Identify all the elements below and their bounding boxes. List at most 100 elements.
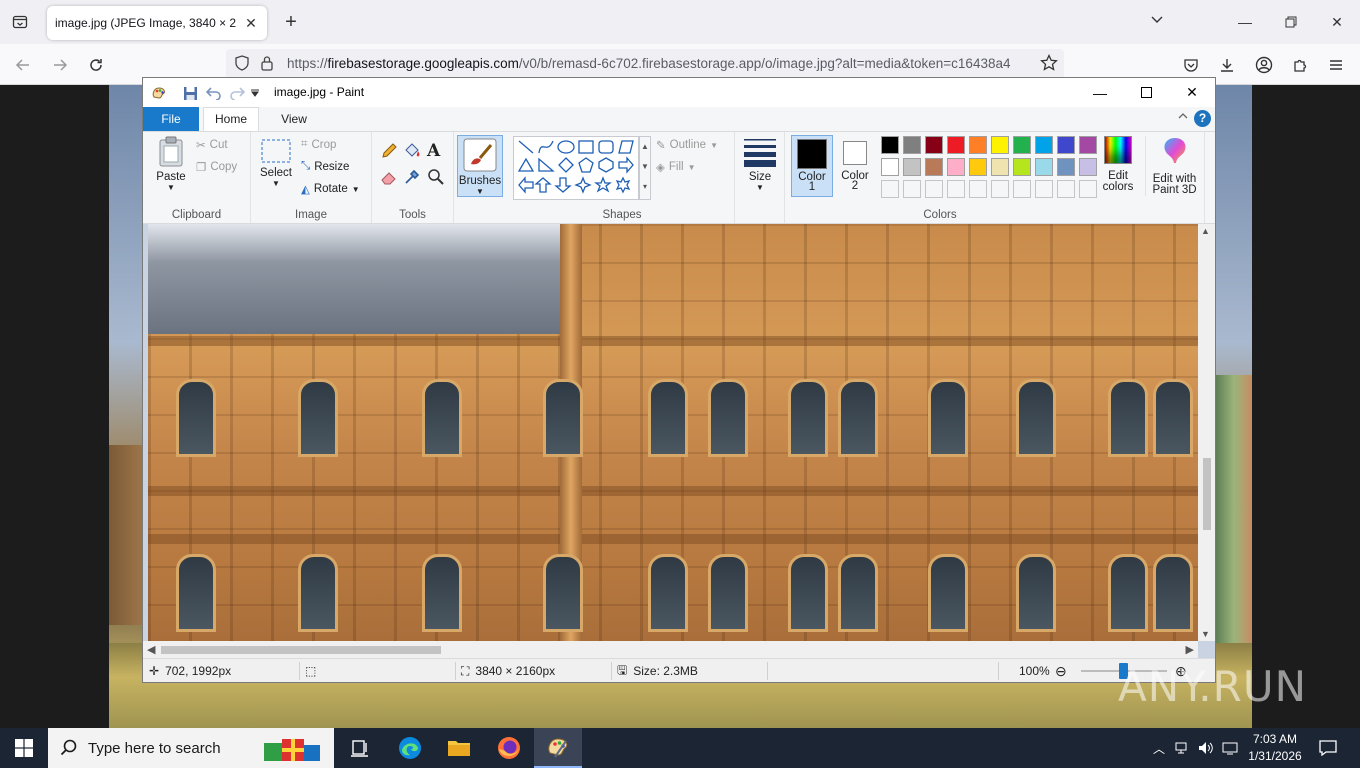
palette-empty-swatch[interactable]	[1013, 180, 1031, 198]
select-button[interactable]: Select ▼	[257, 138, 295, 188]
vertical-scroll-thumb[interactable]	[1203, 458, 1211, 530]
tab-home[interactable]: Home	[203, 107, 259, 131]
tab-file[interactable]: File	[143, 107, 199, 131]
redo-icon[interactable]	[229, 84, 245, 102]
palette-empty-swatch[interactable]	[947, 180, 965, 198]
scroll-down-icon[interactable]: ▼	[1201, 629, 1210, 639]
paint-taskbar-icon[interactable]	[534, 728, 582, 768]
help-icon[interactable]: ?	[1194, 110, 1211, 127]
eraser-icon[interactable]	[380, 168, 398, 189]
paint-maximize-icon[interactable]	[1123, 78, 1169, 107]
network-icon[interactable]	[1168, 741, 1194, 755]
shapes-scroll-icon[interactable]: ▲ ▼ ▾	[639, 136, 651, 200]
palette-color-swatch[interactable]	[881, 136, 899, 154]
palette-empty-swatch[interactable]	[969, 180, 987, 198]
edit-colors-button[interactable]: Edit colors	[1095, 136, 1141, 193]
zoom-out-icon[interactable]: ⊖	[1055, 659, 1067, 683]
extensions-icon[interactable]	[1287, 52, 1313, 78]
menu-icon[interactable]	[1323, 52, 1349, 78]
file-explorer-icon[interactable]	[435, 728, 483, 768]
url-bar[interactable]: https://firebasestorage.googleapis.com/v…	[226, 49, 1064, 79]
horizontal-scrollbar[interactable]: ◀ ▶	[143, 641, 1198, 658]
palette-color-swatch[interactable]	[947, 158, 965, 176]
color1-button[interactable]: Color 1	[791, 135, 833, 197]
paint-minimize-icon[interactable]: —	[1077, 78, 1123, 107]
palette-empty-swatch[interactable]	[991, 180, 1009, 198]
bookmark-star-icon[interactable]	[1040, 53, 1058, 75]
outline-button[interactable]: ✎ Outline ▼	[656, 138, 718, 152]
magnifier-icon[interactable]	[427, 168, 445, 189]
fill-button[interactable]: ◈ Fill ▼	[656, 160, 695, 174]
task-view-icon[interactable]	[336, 728, 384, 768]
palette-color-swatch[interactable]	[969, 158, 987, 176]
palette-color-swatch[interactable]	[903, 158, 921, 176]
palette-empty-swatch[interactable]	[925, 180, 943, 198]
palette-color-swatch[interactable]	[903, 136, 921, 154]
paint-close-icon[interactable]: ✕	[1169, 78, 1215, 107]
restore-icon[interactable]	[1268, 0, 1314, 44]
new-tab-icon[interactable]: +	[280, 11, 302, 33]
firefox-icon[interactable]	[485, 728, 533, 768]
reload-icon[interactable]	[83, 52, 109, 78]
image-canvas[interactable]	[148, 224, 1198, 641]
palette-color-swatch[interactable]	[881, 158, 899, 176]
resize-button[interactable]: ⤡ Resize	[301, 160, 349, 173]
fill-bucket-icon[interactable]	[403, 142, 421, 163]
url-text[interactable]: https://firebasestorage.googleapis.com/v…	[287, 56, 1031, 71]
pocket-icon[interactable]	[1178, 52, 1204, 78]
palette-color-swatch[interactable]	[1013, 136, 1031, 154]
paste-button[interactable]: Paste ▼	[151, 136, 191, 192]
palette-color-swatch[interactable]	[925, 136, 943, 154]
select-dropdown-icon[interactable]: ▼	[257, 179, 295, 188]
pencil-icon[interactable]	[380, 142, 398, 163]
copy-button[interactable]: ❐ Copy	[196, 160, 237, 174]
paste-dropdown-icon[interactable]: ▼	[151, 183, 191, 192]
undo-icon[interactable]	[206, 84, 222, 102]
browser-tab-active[interactable]: image.jpg (JPEG Image, 3840 × 2160 ✕	[47, 6, 267, 40]
size-button[interactable]: Size ▼	[740, 136, 780, 192]
vertical-scrollbar[interactable]: ▲ ▼	[1198, 224, 1215, 641]
tab-list-icon[interactable]	[8, 10, 32, 34]
shapes-gallery[interactable]	[513, 136, 639, 200]
volume-icon[interactable]	[1194, 741, 1218, 755]
scroll-right-icon[interactable]: ▶	[1186, 643, 1194, 656]
forward-icon[interactable]	[47, 52, 73, 78]
show-hidden-icons-icon[interactable]: ︿	[1150, 740, 1168, 757]
rotate-button[interactable]: ◭ Rotate ▼	[301, 182, 360, 196]
back-icon[interactable]	[10, 52, 36, 78]
save-icon[interactable]	[183, 84, 198, 102]
palette-color-swatch[interactable]	[991, 158, 1009, 176]
tracking-protection-icon[interactable]	[234, 55, 250, 74]
palette-empty-swatch[interactable]	[881, 180, 899, 198]
tab-view[interactable]: View	[271, 107, 317, 131]
edge-icon[interactable]	[386, 728, 434, 768]
palette-empty-swatch[interactable]	[1035, 180, 1053, 198]
action-center-small-icon[interactable]	[1218, 741, 1242, 755]
notifications-icon[interactable]	[1306, 728, 1350, 768]
palette-color-swatch[interactable]	[925, 158, 943, 176]
minimize-icon[interactable]: —	[1222, 0, 1268, 44]
palette-color-swatch[interactable]	[1035, 158, 1053, 176]
taskbar-search-box[interactable]: Type here to search	[48, 728, 334, 768]
palette-color-swatch[interactable]	[1057, 136, 1075, 154]
palette-color-swatch[interactable]	[1057, 158, 1075, 176]
start-button[interactable]	[0, 728, 48, 768]
tab-close-icon[interactable]: ✕	[243, 15, 259, 31]
palette-empty-swatch[interactable]	[903, 180, 921, 198]
palette-color-swatch[interactable]	[1013, 158, 1031, 176]
color-picker-icon[interactable]	[403, 168, 421, 189]
downloads-icon[interactable]	[1214, 52, 1240, 78]
palette-color-swatch[interactable]	[1035, 136, 1053, 154]
account-icon[interactable]	[1251, 52, 1277, 78]
cut-button[interactable]: ✂ Cut	[196, 138, 228, 152]
palette-empty-swatch[interactable]	[1057, 180, 1075, 198]
palette-color-swatch[interactable]	[991, 136, 1009, 154]
lock-icon[interactable]	[260, 55, 274, 74]
color2-button[interactable]: Color 2	[835, 135, 875, 197]
list-all-tabs-icon[interactable]	[1150, 12, 1172, 32]
palette-color-swatch[interactable]	[969, 136, 987, 154]
brushes-button[interactable]: Brushes ▼	[457, 135, 503, 197]
horizontal-scroll-thumb[interactable]	[161, 646, 441, 654]
taskbar-clock[interactable]: 7:03 AM 1/31/2026	[1246, 731, 1304, 765]
palette-color-swatch[interactable]	[947, 136, 965, 154]
